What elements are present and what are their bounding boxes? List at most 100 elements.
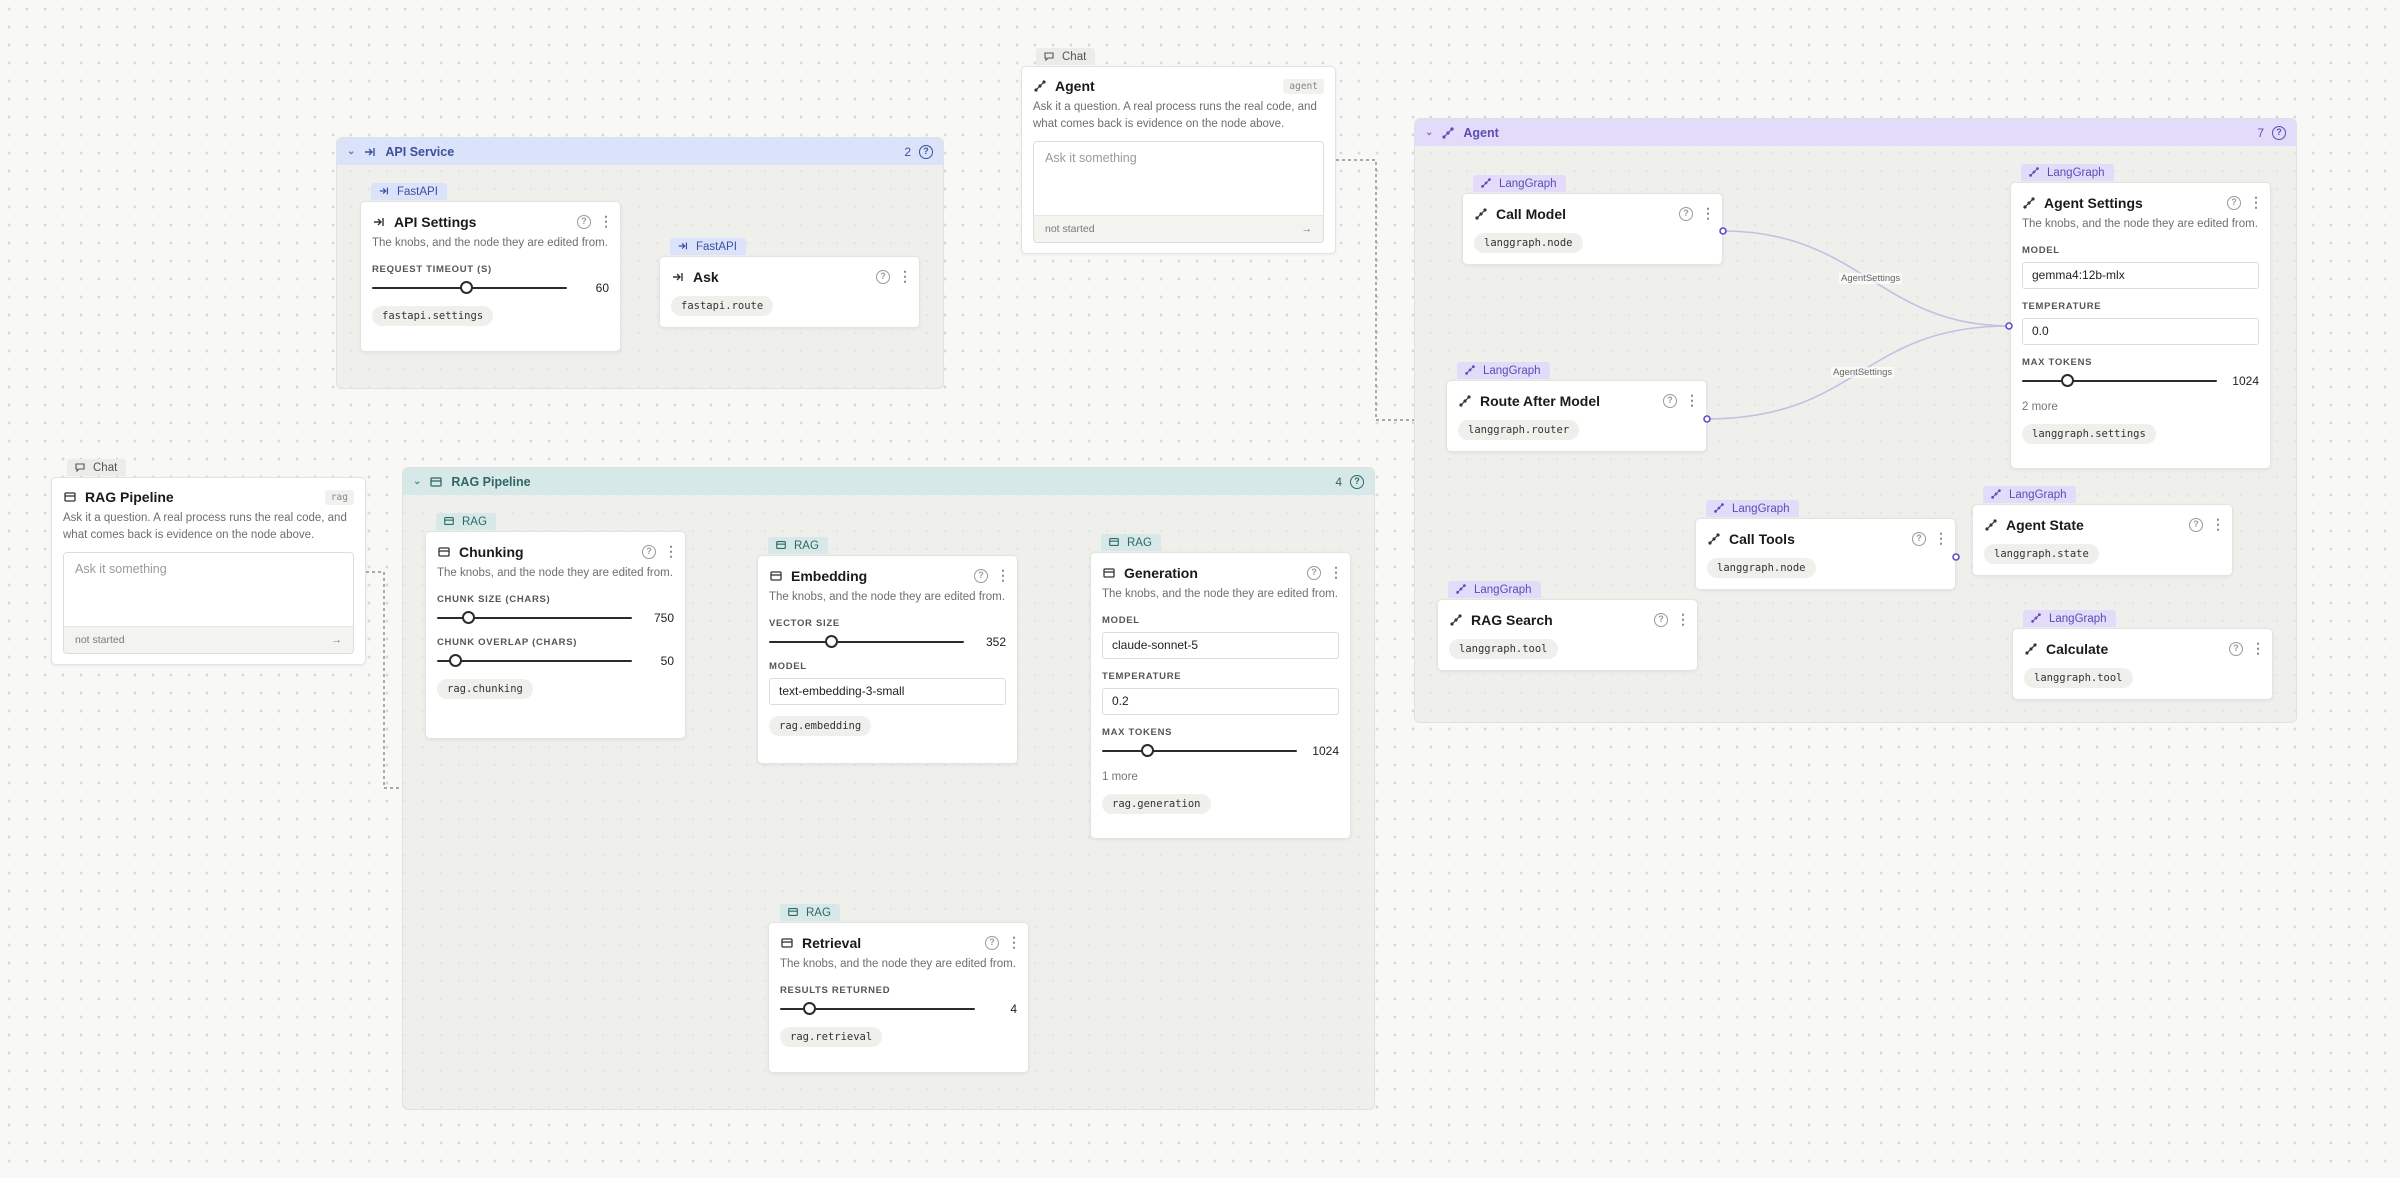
help-icon[interactable]: ? [2229,641,2243,656]
more-menu-icon[interactable]: ⋮ [1329,564,1343,581]
node-route-after-model[interactable]: Route After Model ? ⋮ langgraph.router [1446,380,1707,452]
more-menu-icon[interactable]: ⋮ [1685,392,1699,409]
node-api-settings[interactable]: API Settings ? ⋮ The knobs, and the node… [360,201,621,352]
group-header[interactable]: ⌄ RAG Pipeline 4 ? [403,468,1374,495]
more-menu-icon[interactable]: ⋮ [1701,205,1715,222]
slider-thumb[interactable] [448,653,462,667]
chat-status: not started [1045,223,1095,236]
rag-tag: RAG [768,537,828,554]
chunk-size-slider[interactable] [437,610,632,624]
collapse-icon[interactable]: ⌄ [347,146,355,157]
group-header[interactable]: ⌄ Agent 7 ? [1415,119,2296,146]
slider-thumb[interactable] [825,634,839,648]
slider-thumb[interactable] [2060,373,2074,387]
more-menu-icon[interactable]: ⋮ [1676,611,1690,628]
node-generation[interactable]: Generation ? ⋮ The knobs, and the node t… [1090,552,1351,839]
more-fields-link[interactable]: 1 more [1091,758,1350,783]
field-label: CHUNK OVERLAP (CHARS) [437,636,578,648]
more-menu-icon[interactable]: ⋮ [2249,194,2263,211]
model-input[interactable]: text-embedding-3-small [769,677,1006,705]
chat-input[interactable]: Ask it something [64,553,353,627]
node-title: Generation [1124,564,1198,581]
send-arrow-icon[interactable]: → [1302,223,1313,235]
collapse-icon[interactable]: ⌄ [1425,127,1433,138]
slider-thumb[interactable] [459,280,473,294]
node-title: API Settings [394,213,477,230]
help-icon[interactable]: ? [1912,531,1926,546]
chat-bubble-icon [1043,50,1057,64]
node-agent-state[interactable]: Agent State ? ⋮ langgraph.state [1972,504,2233,576]
rag-icon [443,515,457,529]
group-header[interactable]: ⌄ API Service 2 ? [337,138,943,165]
temperature-input[interactable]: 0.0 [2022,317,2259,345]
help-icon[interactable]: ? [1679,206,1693,221]
slider-thumb[interactable] [803,1001,817,1015]
help-icon[interactable]: ? [876,269,890,284]
fastapi-icon [372,215,386,229]
node-id-chip: rag.chunking [437,678,533,699]
more-menu-icon[interactable]: ⋮ [898,268,912,285]
chat-status: not started [75,634,125,647]
chat-input[interactable]: Ask it something [1034,142,1323,216]
max-tokens-slider[interactable] [2022,373,2217,387]
node-call-model[interactable]: Call Model ? ⋮ langgraph.node [1462,193,1723,265]
node-title: Retrieval [802,934,862,951]
tag-label: RAG [806,906,831,919]
node-ask[interactable]: Ask ? ⋮ fastapi.route [659,256,920,328]
node-id-chip: langgraph.router [1458,420,1580,440]
node-calculate[interactable]: Calculate ? ⋮ langgraph.tool [2012,628,2273,700]
chat-node-agent[interactable]: Agent agent Ask it a question. A real pr… [1021,66,1336,254]
slider-thumb[interactable] [462,610,476,624]
chat-node-rag[interactable]: RAG Pipeline rag Ask it a question. A re… [51,477,366,665]
node-agent-settings[interactable]: Agent Settings ? ⋮ The knobs, and the no… [2010,182,2271,469]
chunk-overlap-slider[interactable] [437,653,632,667]
help-icon[interactable]: ? [974,568,988,583]
collapse-icon[interactable]: ⌄ [413,476,421,487]
model-input[interactable]: gemma4:12b-mlx [2022,261,2259,289]
node-chunking[interactable]: Chunking ? ⋮ The knobs, and the node the… [425,531,686,739]
node-retrieval[interactable]: Retrieval ? ⋮ The knobs, and the node th… [768,922,1029,1073]
vector-size-slider[interactable] [769,634,964,648]
langgraph-icon [1707,532,1721,546]
fastapi-tag: FastAPI [371,183,447,200]
field-label: CHUNK SIZE (CHARS) [437,593,551,605]
wire-label: AgentSettings [1839,273,1903,284]
field-label: REQUEST TIMEOUT (S) [372,263,492,275]
model-input[interactable]: claude-sonnet-5 [1102,631,1339,659]
help-icon[interactable]: ? [1663,393,1677,408]
slider-thumb[interactable] [1140,743,1154,757]
help-icon[interactable]: ? [642,544,656,559]
help-icon[interactable]: ? [1654,612,1668,627]
help-icon[interactable]: ? [1350,474,1364,489]
more-menu-icon[interactable]: ⋮ [996,567,1010,584]
tag-label: Chat [93,461,118,474]
more-fields-link[interactable]: 2 more [2011,388,2270,413]
group-title: Agent [1463,125,1499,140]
send-arrow-icon[interactable]: → [332,634,343,646]
help-icon[interactable]: ? [577,214,591,229]
more-menu-icon[interactable]: ⋮ [599,213,613,230]
more-menu-icon[interactable]: ⋮ [664,543,678,560]
node-call-tools[interactable]: Call Tools ? ⋮ langgraph.node [1695,518,1956,590]
help-icon[interactable]: ? [2189,517,2203,532]
help-icon[interactable]: ? [985,935,999,950]
rag-icon [63,490,77,504]
tag-label: LangGraph [2049,612,2107,625]
help-icon[interactable]: ? [2272,125,2286,140]
more-menu-icon[interactable]: ⋮ [2251,640,2265,657]
node-embedding[interactable]: Embedding ? ⋮ The knobs, and the node th… [757,555,1018,764]
results-returned-slider[interactable] [780,1001,975,1015]
temperature-input[interactable]: 0.2 [1102,687,1339,715]
help-icon[interactable]: ? [1307,565,1321,580]
more-menu-icon[interactable]: ⋮ [1934,530,1948,547]
chat-badge: rag [324,489,354,505]
max-tokens-slider[interactable] [1102,743,1297,757]
tag-label: LangGraph [1732,502,1790,515]
timeout-slider[interactable] [372,280,567,294]
help-icon[interactable]: ? [2227,195,2241,210]
more-menu-icon[interactable]: ⋮ [2211,516,2225,533]
node-rag-search[interactable]: RAG Search ? ⋮ langgraph.tool [1437,599,1698,671]
more-menu-icon[interactable]: ⋮ [1007,934,1021,951]
help-icon[interactable]: ? [919,144,933,159]
langgraph-icon [1441,126,1455,140]
